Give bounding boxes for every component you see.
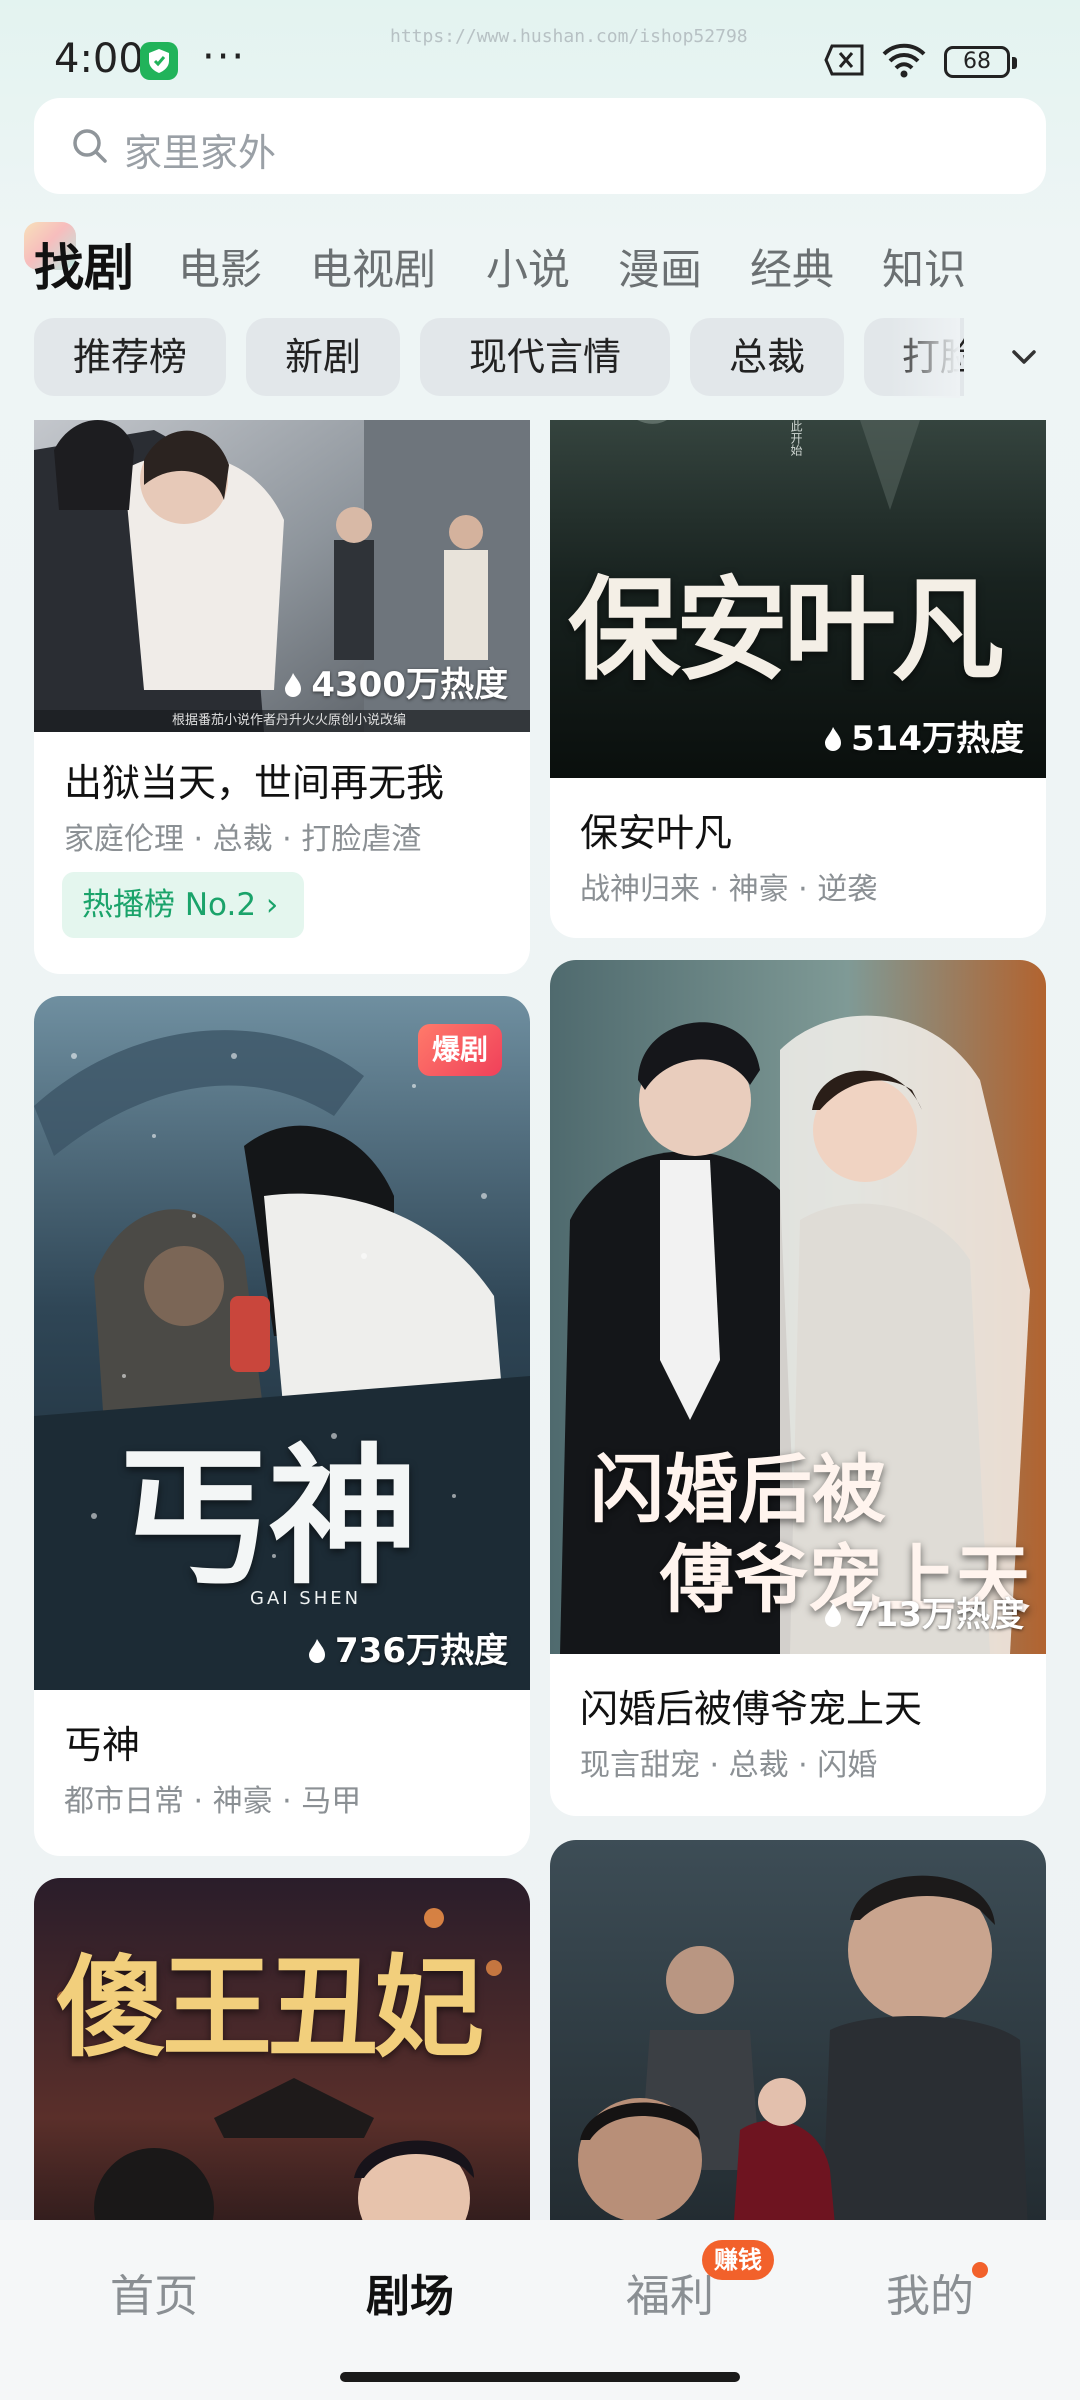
drama-card[interactable]: 闪婚后被 傅爷宠上天 713万热度 闪婚后被傅爷宠上天 现言甜宠 · 总裁 · …: [550, 960, 1046, 1816]
heat-text: 713万热度: [851, 1595, 1024, 1635]
chips-fade: [890, 318, 960, 398]
shield-icon: [140, 42, 178, 80]
search-placeholder: 家里家外: [124, 131, 277, 175]
watermark-url: https://www.hushan.com/ishop52798: [390, 26, 748, 47]
poster-title-art: 傻王丑妃: [56, 1943, 484, 2072]
heat-count: 514万热度: [823, 711, 1024, 760]
chip-recommend[interactable]: 推荐榜: [34, 318, 226, 396]
drama-card[interactable]: 爆剧 丐神 GAI SHEN 736万热度 丐神 都市日常 · 神豪 · 马甲: [34, 996, 530, 1856]
category-tabs: 找剧 电影 电视剧 小说 漫画 经典 知识: [0, 222, 1080, 302]
card-title: 闪婚后被傅爷宠上天: [580, 1687, 923, 1731]
card-title: 丐神: [64, 1723, 141, 1767]
poster-image: [550, 1840, 1046, 2220]
flame-icon: [285, 673, 302, 697]
flame-icon: [825, 727, 842, 751]
poster-image: 闪婚后被 傅爷宠上天 713万热度: [550, 960, 1046, 1654]
heat-count: 713万热度: [823, 1587, 1024, 1636]
notification-dot: [972, 2262, 988, 2278]
chevron-down-icon[interactable]: [996, 336, 1052, 380]
chip-new-drama[interactable]: 新剧: [246, 318, 400, 396]
tab-tv-series[interactable]: 电视剧: [310, 236, 436, 297]
home-indicator[interactable]: [340, 2372, 740, 2382]
drama-feed: 4300万热度 根据番茄小说作者丹升火火原创小说改编 出狱当天，世间再无我 家庭…: [0, 420, 1080, 2220]
tab-knowledge[interactable]: 知识: [882, 236, 966, 297]
drama-card[interactable]: 傻王丑妃: [34, 1878, 530, 2220]
rank-badge[interactable]: 热播榜 No.2 ›: [62, 872, 305, 938]
chip-modern-romance[interactable]: 现代言情: [420, 318, 670, 396]
flame-icon: [309, 1639, 326, 1663]
search-bar[interactable]: 家里家外: [34, 98, 1046, 194]
status-time: 4:00: [54, 36, 144, 82]
no-sim-icon: [824, 44, 866, 76]
poster-subtitle: GAI SHEN: [250, 1588, 362, 1609]
tab-find-drama[interactable]: 找剧: [34, 228, 134, 300]
poster-credit: 根据番茄小说作者丹升火火原创小说改编: [172, 713, 407, 728]
status-bar: 4:00 ··· https://www.hushan.com/ishop527…: [0, 0, 1080, 92]
heat-text: 736万热度: [335, 1631, 508, 1671]
tab-novel[interactable]: 小说: [486, 236, 570, 297]
card-tags: 家庭伦理 · 总裁 · 打脸虐渣: [64, 822, 422, 857]
card-tags: 都市日常 · 神豪 · 马甲: [64, 1784, 362, 1819]
chip-ceo[interactable]: 总裁: [690, 318, 844, 396]
filter-chips: 推荐榜 新剧 现代言情 总裁 打脸: [34, 318, 964, 398]
more-dots-icon: ···: [202, 34, 247, 80]
flame-icon: [825, 1603, 842, 1627]
hot-badge: 爆剧: [418, 1024, 502, 1076]
nav-mine[interactable]: 我的: [886, 2260, 974, 2324]
wifi-icon: [880, 40, 928, 80]
poster-title-art: 丐神: [118, 1429, 419, 1605]
card-title: 出狱当天，世间再无我: [64, 761, 445, 805]
heat-text: 514万热度: [851, 719, 1024, 759]
card-title: 保安叶凡: [580, 811, 733, 855]
search-icon: [70, 126, 110, 166]
card-tags: 战神归来 · 神豪 · 逆袭: [580, 872, 878, 907]
battery-icon: 68: [944, 46, 1017, 78]
drama-card[interactable]: 此开始 保安叶凡 514万热度 保安叶凡 战神归来 · 神豪 · 逆袭: [550, 420, 1046, 938]
poster-subtitle: 此开始: [789, 420, 803, 456]
tab-movie[interactable]: 电影: [178, 236, 262, 297]
poster-image: 傻王丑妃: [34, 1878, 530, 2220]
nav-theater[interactable]: 剧场: [366, 2260, 454, 2324]
drama-card[interactable]: [550, 1840, 1046, 2220]
tab-comic[interactable]: 漫画: [618, 236, 702, 297]
drama-card[interactable]: 4300万热度 根据番茄小说作者丹升火火原创小说改编 出狱当天，世间再无我 家庭…: [34, 420, 530, 974]
nav-home[interactable]: 首页: [110, 2260, 198, 2324]
heat-count: 4300万热度: [283, 657, 508, 706]
poster-image: 此开始 保安叶凡 514万热度: [550, 420, 1046, 778]
poster-title-art: 保安叶凡: [568, 565, 1004, 696]
tab-classic[interactable]: 经典: [750, 236, 834, 297]
heat-count: 736万热度: [307, 1623, 508, 1672]
poster-image: 4300万热度 根据番茄小说作者丹升火火原创小说改编: [34, 420, 530, 732]
heat-text: 4300万热度: [311, 665, 508, 705]
nav-welfare[interactable]: 福利: [626, 2260, 714, 2324]
card-tags: 现言甜宠 · 总裁 · 闪婚: [580, 1748, 878, 1783]
earn-badge: 赚钱: [702, 2240, 774, 2280]
poster-image: 爆剧 丐神 GAI SHEN 736万热度: [34, 996, 530, 1690]
